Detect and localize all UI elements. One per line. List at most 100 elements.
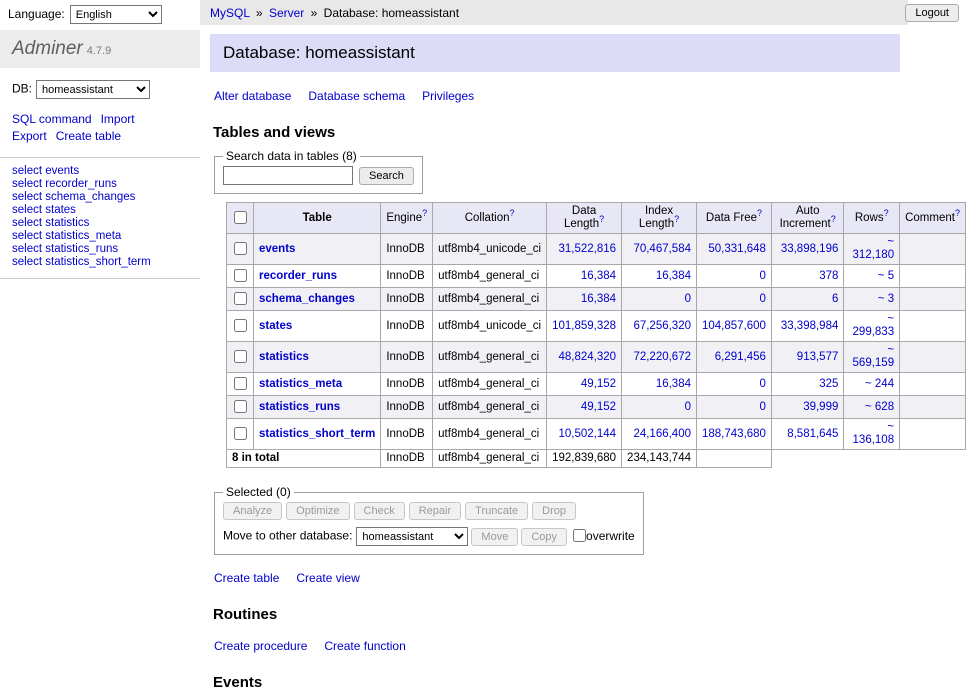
search-input[interactable] [223, 166, 353, 185]
data-free-link[interactable]: 50,331,648 [708, 243, 766, 255]
column-header-auto-increment[interactable]: Auto Increment? [771, 203, 843, 234]
row-checkbox[interactable] [234, 377, 247, 390]
db-select[interactable]: homeassistant [36, 80, 150, 99]
language-select[interactable]: English [70, 5, 162, 24]
index-length-link[interactable]: 72,220,672 [633, 351, 691, 363]
index-length-link[interactable]: 16,384 [656, 270, 691, 282]
overwrite-checkbox[interactable] [573, 529, 586, 542]
data-length-link[interactable]: 49,152 [581, 378, 616, 390]
logout-button[interactable]: Logout [905, 4, 959, 22]
data-free-link[interactable]: 188,743,680 [702, 428, 766, 440]
select-table-link[interactable]: select [12, 256, 42, 268]
table-structure-link[interactable]: schema_changes [45, 191, 135, 203]
index-length-link[interactable]: 67,256,320 [633, 320, 691, 332]
alter-database-link[interactable]: Alter database [214, 89, 291, 103]
table-name-link[interactable]: statistics_runs [259, 401, 340, 413]
rows-count-link[interactable]: ~ 299,833 [853, 313, 895, 338]
data-length-link[interactable]: 48,824,320 [558, 351, 616, 363]
select-table-link[interactable]: select [12, 178, 42, 190]
select-table-link[interactable]: select [12, 230, 42, 242]
create-table-link-main[interactable]: Create table [214, 571, 279, 585]
auto-increment-link[interactable]: 378 [819, 270, 838, 282]
truncate-button[interactable]: Truncate [465, 502, 528, 520]
table-structure-link[interactable]: statistics_meta [45, 230, 121, 242]
row-checkbox[interactable] [234, 350, 247, 363]
table-name-link[interactable]: statistics_meta [259, 378, 342, 390]
data-free-link[interactable]: 0 [760, 401, 766, 413]
create-function-link[interactable]: Create function [324, 639, 405, 653]
data-free-link[interactable]: 0 [760, 270, 766, 282]
data-length-link[interactable]: 49,152 [581, 401, 616, 413]
select-table-link[interactable]: select [12, 243, 42, 255]
import-link[interactable]: Import [101, 112, 135, 126]
column-header-collation[interactable]: Collation? [433, 203, 547, 234]
table-structure-link[interactable]: events [45, 165, 79, 177]
column-header-table[interactable]: Table [254, 203, 381, 234]
data-length-link[interactable]: 10,502,144 [558, 428, 616, 440]
table-name-link[interactable]: statistics [259, 351, 309, 363]
table-name-link[interactable]: statistics_short_term [259, 428, 375, 440]
analyze-button[interactable]: Analyze [223, 502, 282, 520]
search-button[interactable]: Search [359, 167, 414, 185]
rows-count-link[interactable]: ~ 3 [878, 293, 894, 305]
auto-increment-link[interactable]: 913,577 [797, 351, 839, 363]
export-link[interactable]: Export [12, 129, 47, 143]
index-length-link[interactable]: 24,166,400 [633, 428, 691, 440]
column-header-data-free[interactable]: Data Free? [697, 203, 772, 234]
data-length-link[interactable]: 101,859,328 [552, 320, 616, 332]
table-structure-link[interactable]: recorder_runs [45, 178, 117, 190]
index-length-link[interactable]: 0 [685, 401, 691, 413]
auto-increment-link[interactable]: 33,398,984 [781, 320, 839, 332]
data-length-link[interactable]: 16,384 [581, 293, 616, 305]
row-checkbox[interactable] [234, 427, 247, 440]
row-checkbox[interactable] [234, 292, 247, 305]
table-structure-link[interactable]: statistics_runs [45, 243, 118, 255]
index-length-link[interactable]: 0 [685, 293, 691, 305]
auto-increment-link[interactable]: 325 [819, 378, 838, 390]
rows-count-link[interactable]: ~ 5 [878, 270, 894, 282]
select-table-link[interactable]: select [12, 217, 42, 229]
rows-count-link[interactable]: ~ 136,108 [853, 421, 895, 446]
table-name-link[interactable]: states [259, 320, 292, 332]
row-checkbox[interactable] [234, 400, 247, 413]
table-name-link[interactable]: recorder_runs [259, 270, 337, 282]
rows-count-link[interactable]: ~ 312,180 [853, 236, 895, 261]
row-checkbox[interactable] [234, 269, 247, 282]
column-header-data-length[interactable]: Data Length? [547, 203, 622, 234]
create-view-link[interactable]: Create view [296, 571, 359, 585]
data-length-link[interactable]: 31,522,816 [558, 243, 616, 255]
column-help-link[interactable]: ? [831, 214, 836, 224]
column-help-link[interactable]: ? [757, 208, 762, 218]
table-structure-link[interactable]: states [45, 204, 76, 216]
database-schema-link[interactable]: Database schema [308, 89, 405, 103]
table-structure-link[interactable]: statistics [45, 217, 89, 229]
row-checkbox[interactable] [234, 242, 247, 255]
data-free-link[interactable]: 0 [760, 293, 766, 305]
column-help-link[interactable]: ? [599, 214, 604, 224]
move-db-select[interactable]: homeassistant [356, 527, 468, 546]
select-all-checkbox[interactable] [234, 211, 247, 224]
index-length-link[interactable]: 70,467,584 [633, 243, 691, 255]
drop-button[interactable]: Drop [532, 502, 576, 520]
column-header-engine[interactable]: Engine? [381, 203, 433, 234]
row-checkbox[interactable] [234, 319, 247, 332]
table-name-link[interactable]: schema_changes [259, 293, 355, 305]
column-header-comment[interactable]: Comment? [900, 203, 966, 234]
breadcrumb-mysql-link[interactable]: MySQL [210, 6, 250, 20]
column-help-link[interactable]: ? [955, 208, 960, 218]
table-structure-link[interactable]: statistics_short_term [45, 256, 150, 268]
table-name-link[interactable]: events [259, 243, 295, 255]
select-table-link[interactable]: select [12, 165, 42, 177]
data-free-link[interactable]: 0 [760, 378, 766, 390]
sql-command-link[interactable]: SQL command [12, 112, 92, 126]
column-help-link[interactable]: ? [509, 208, 514, 218]
rows-count-link[interactable]: ~ 244 [865, 378, 894, 390]
rows-count-link[interactable]: ~ 569,159 [853, 344, 895, 369]
auto-increment-link[interactable]: 33,898,196 [781, 243, 839, 255]
optimize-button[interactable]: Optimize [286, 502, 349, 520]
create-table-link[interactable]: Create table [56, 129, 121, 143]
column-header-index-length[interactable]: Index Length? [622, 203, 697, 234]
overwrite-option[interactable]: overwrite [573, 529, 635, 543]
select-table-link[interactable]: select [12, 191, 42, 203]
data-free-link[interactable]: 6,291,456 [715, 351, 766, 363]
